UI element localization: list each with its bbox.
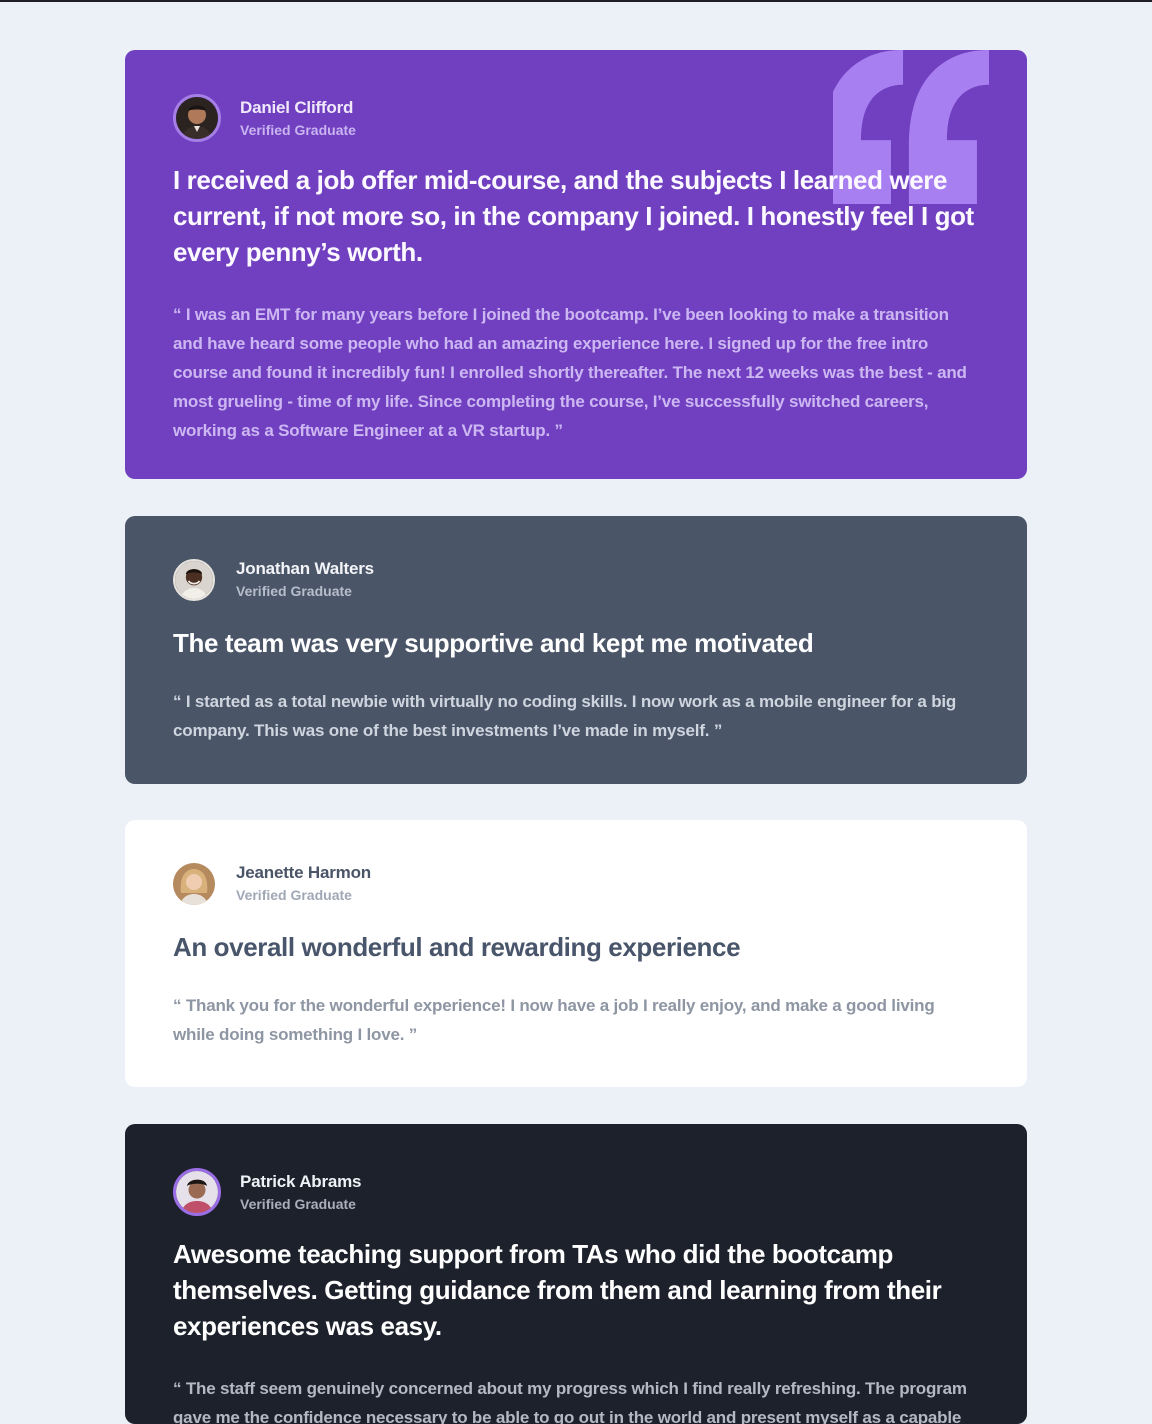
testimonial-card-daniel-clifford: Daniel Clifford Verified Graduate I rece… [125,50,1027,479]
author-name: Daniel Clifford [240,97,354,117]
author-profile: Jonathan Walters Verified Graduate [173,558,979,601]
testimonial-card-jonathan-walters: Jonathan Walters Verified Graduate The t… [125,516,1027,784]
author-role: Verified Graduate [236,887,352,903]
author-role: Verified Graduate [240,121,356,138]
avatar-daniel-clifford [173,94,221,142]
testimonial-headline: Awesome teaching support from TAs who di… [173,1239,942,1341]
author-name: Patrick Abrams [240,1171,362,1191]
author-profile: Patrick Abrams Verified Graduate [173,1168,979,1216]
testimonial-card-jeanette-harmon: Jeanette Harmon Verified Graduate An ove… [125,820,1027,1087]
avatar-jeanette-harmon [173,862,215,905]
author-details: Jeanette Harmon Verified Graduate [236,862,371,905]
author-details: Patrick Abrams Verified Graduate [240,1171,361,1214]
author-profile: Daniel Clifford Verified Graduate [173,94,979,142]
author-details: Jonathan Walters Verified Graduate [236,558,374,601]
avatar-patrick-abrams [173,1168,221,1216]
author-role: Verified Graduate [236,583,352,599]
author-role: Verified Graduate [240,1195,356,1212]
author-name: Jeanette Harmon [236,863,371,882]
testimonial-quote: “ The staff seem genuinely concerned abo… [173,1379,967,1424]
testimonial-headline: An overall wonderful and rewarding exper… [173,932,741,962]
testimonial-card-patrick-abrams: Patrick Abrams Verified Graduate Awesome… [125,1124,1027,1424]
author-details: Daniel Clifford Verified Graduate [240,97,356,140]
avatar-jonathan-walters [173,558,215,601]
testimonial-quote: “ Thank you for the wonderful experience… [173,996,935,1044]
testimonial-headline: I received a job offer mid-course, and t… [173,165,974,267]
top-border [0,0,1152,2]
author-name: Jonathan Walters [236,559,374,578]
testimonial-quote: “ I started as a total newbie with virtu… [173,692,957,740]
testimonial-headline: The team was very supportive and kept me… [173,628,814,658]
testimonial-quote: “ I was an EMT for many years before I j… [173,305,967,440]
author-profile: Jeanette Harmon Verified Graduate [173,862,979,905]
